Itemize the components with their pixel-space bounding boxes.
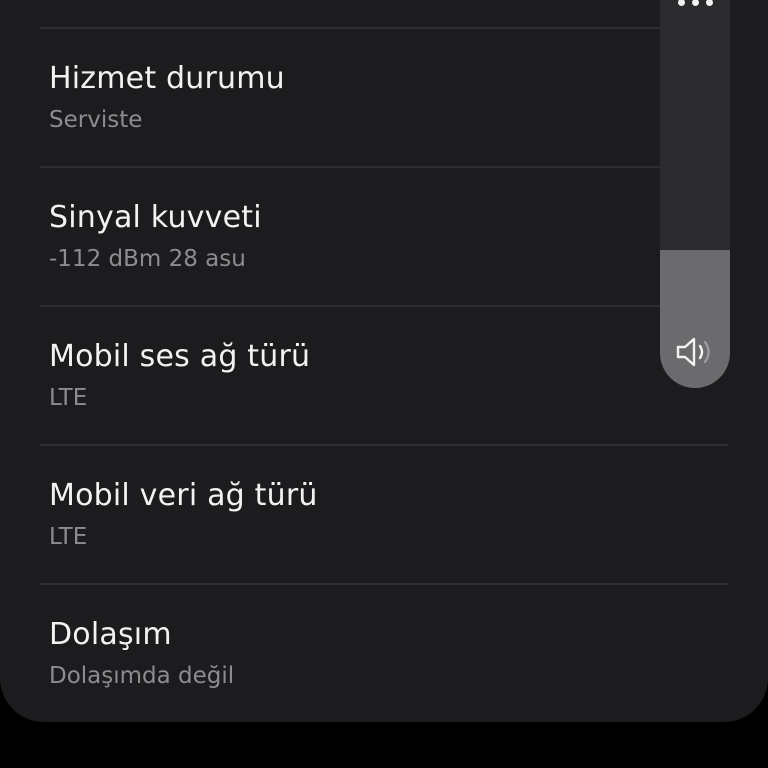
list-item-voice-network-type[interactable]: Mobil ses ağ türü LTE [0, 307, 660, 445]
list-item-signal-strength[interactable]: Sinyal kuvveti -112 dBm 28 asu [0, 168, 660, 306]
list-item-subtitle: Serviste [49, 107, 143, 133]
speaker-icon[interactable] [675, 334, 715, 370]
list-item-roaming[interactable]: Dolaşım Dolaşımda değil [0, 585, 660, 723]
list-item-subtitle: Dolaşımda değil [49, 663, 235, 689]
list-item-subtitle: -112 dBm 28 asu [49, 246, 246, 272]
list-item-subtitle: LTE [49, 385, 88, 411]
list-item-title: Dolaşım [49, 617, 172, 652]
list-item-title: Mobil ses ağ türü [49, 339, 311, 374]
list-item-subtitle: LTE [49, 524, 88, 550]
list-item-service-status[interactable]: Hizmet durumu Serviste [0, 29, 660, 167]
volume-slider[interactable] [660, 0, 730, 388]
list-item-title: Mobil veri ağ türü [49, 478, 318, 513]
list-item-title: Sinyal kuvveti [49, 200, 262, 235]
list-item-data-network-type[interactable]: Mobil veri ağ türü LTE [0, 446, 660, 584]
list-item-title: Hizmet durumu [49, 61, 285, 96]
more-dots-icon[interactable] [676, 0, 716, 6]
